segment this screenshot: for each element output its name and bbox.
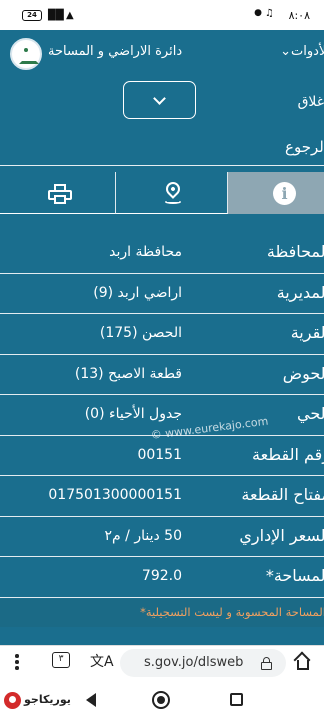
detail-row: المحافظة محافظة اربد [0, 233, 324, 274]
notification-bell-icon: ♫ [265, 8, 274, 19]
detail-row: رقم القطعة 00151 [0, 436, 324, 476]
tab-bar: i [0, 172, 324, 214]
divider [0, 165, 324, 166]
address-bar[interactable]: s.gov.jo/dlsweb [120, 649, 286, 677]
more-menu-icon[interactable] [14, 652, 20, 672]
back-link[interactable]: الرجوع [285, 138, 324, 156]
notification-dot-icon: ● [254, 8, 262, 18]
field-value: محافظة اربد [109, 244, 182, 260]
signal-icon: █ [48, 10, 56, 21]
field-label: مفتاح القطعة [241, 485, 324, 504]
url-text: s.gov.jo/dlsweb [144, 655, 244, 670]
system-nav-bar: يوريكاجو [0, 680, 324, 720]
field-label: المديرية [276, 282, 324, 302]
app-container: دائرة الاراضي و المساحة الأدوات⌄ اغلاق ا… [0, 30, 324, 645]
location-pin-icon [163, 179, 183, 204]
field-label: القرية [290, 323, 324, 342]
home-nav-icon[interactable] [152, 691, 170, 709]
detail-row: المساحة* 792.0 [0, 557, 324, 598]
brand-watermark: يوريكاجو [0, 690, 71, 712]
tab-print[interactable] [0, 172, 115, 214]
tab-switcher-button[interactable]: ٣ [52, 652, 70, 668]
brand-logo-icon [4, 692, 21, 709]
field-label: المحافظة [266, 242, 324, 261]
field-label: الحي [297, 404, 324, 423]
chevron-down-icon: ⌄ [280, 44, 292, 59]
field-value: 00151 [137, 446, 182, 463]
field-label: السعر الإداري [239, 525, 324, 545]
field-value: قطعة الاصبح (13) [74, 365, 182, 382]
area-footnote: المساحة المحسوبة و ليست التسجيلية* [0, 599, 324, 627]
back-nav-icon[interactable] [86, 693, 96, 707]
footnote-text: المساحة المحسوبة و ليست التسجيلية* [140, 605, 324, 619]
field-value: 792.0 [141, 568, 182, 584]
top-bar: دائرة الاراضي و المساحة الأدوات⌄ [0, 30, 324, 80]
tab-location[interactable] [115, 172, 228, 214]
department-title: دائرة الاراضي و المساحة [48, 44, 183, 59]
info-icon: i [273, 182, 296, 205]
status-bar: ٨:٠٨ ♫ ● 24 █ █ ▲ [0, 0, 324, 30]
detail-row: القرية الحصن (175) [0, 314, 324, 355]
field-label: المساحة* [265, 566, 324, 585]
field-value: 50 دينار / م٢ [104, 527, 182, 544]
translate-icon[interactable]: 文A [90, 651, 114, 671]
battery-icon: 24 [22, 10, 42, 21]
home-icon[interactable] [293, 651, 312, 671]
collapse-toggle-button[interactable] [123, 81, 196, 119]
field-value: اراضي اربد (9) [93, 284, 182, 301]
field-value: الحصن (175) [99, 325, 182, 341]
detail-row: الحوض قطعة الاصبح (13) [0, 355, 324, 395]
wifi-icon: ▲ [66, 10, 74, 21]
field-label: الحوض [282, 363, 324, 383]
field-label: رقم القطعة [252, 444, 324, 464]
detail-row: المديرية اراضي اربد (9) [0, 274, 324, 314]
brand-text: يوريكاجو [24, 693, 71, 706]
tools-label: الأدوات [291, 44, 324, 59]
field-value: 017501300000151 [48, 487, 182, 503]
recent-apps-icon[interactable] [230, 693, 243, 706]
parcel-details: المحافظة محافظة اربد المديرية اراضي اربد… [0, 233, 324, 598]
close-link[interactable]: اغلاق [298, 94, 324, 110]
detail-row: مفتاح القطعة 017501300000151 [0, 476, 324, 517]
clock: ٨:٠٨ [288, 9, 310, 22]
field-value: جدول الأحياء (0) [84, 406, 182, 422]
dls-logo-icon[interactable] [10, 38, 42, 70]
detail-row: السعر الإداري 50 دينار / م٢ [0, 517, 324, 557]
tab-info[interactable]: i [228, 172, 324, 214]
lock-icon[interactable] [261, 657, 272, 670]
printer-icon [48, 184, 72, 204]
signal-icon-2: █ [56, 10, 64, 21]
browser-toolbar: ٣ 文A s.gov.jo/dlsweb [0, 645, 324, 680]
tools-menu[interactable]: الأدوات⌄ [274, 44, 324, 59]
